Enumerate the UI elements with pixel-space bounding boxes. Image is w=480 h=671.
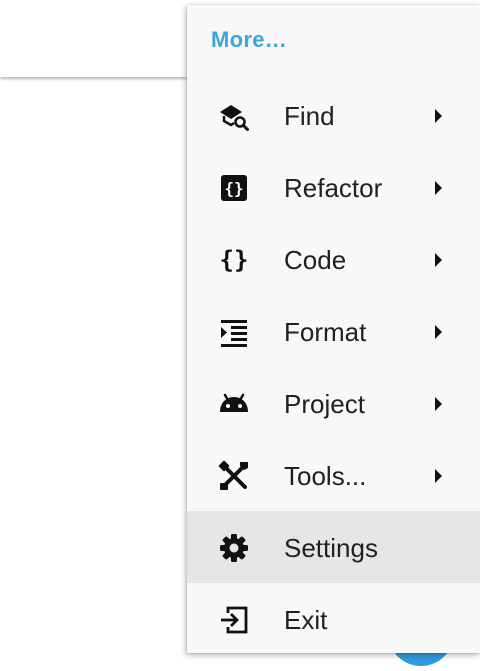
refactor-icon: {}: [218, 172, 250, 204]
menu-item-project[interactable]: Project: [187, 367, 480, 439]
menu-item-label: Format: [284, 317, 367, 347]
menu-item-label: Code: [284, 245, 347, 275]
menu-header: More…: [211, 27, 288, 52]
submenu-arrow-icon: [435, 181, 442, 195]
menu-item-exit[interactable]: Exit: [187, 583, 480, 655]
submenu-arrow-icon: [435, 253, 442, 267]
menu-item-label: Tools...: [284, 461, 367, 491]
submenu-arrow-icon: [435, 325, 442, 339]
format-indent-icon: [218, 316, 250, 348]
svg-text:{}: {}: [220, 246, 249, 274]
gear-icon: [218, 532, 250, 564]
menu-item-find[interactable]: Find: [187, 79, 480, 151]
menu-item-tools[interactable]: Tools...: [187, 439, 480, 511]
submenu-arrow-icon: [435, 397, 442, 411]
screen: More… Find {} Refactor {} Code Format Pr…: [0, 0, 480, 671]
menu-item-code[interactable]: {} Code: [187, 223, 480, 295]
menu-item-format[interactable]: Format: [187, 295, 480, 367]
menu-item-label: Project: [284, 389, 365, 419]
menu-item-settings[interactable]: Settings: [187, 511, 480, 583]
submenu-arrow-icon: [435, 109, 442, 123]
overflow-menu: More… Find {} Refactor {} Code Format Pr…: [187, 5, 480, 653]
menu-item-label: Refactor: [284, 173, 383, 203]
code-braces-icon: {}: [218, 244, 250, 276]
menu-item-label: Exit: [284, 605, 328, 635]
exit-icon: [218, 604, 250, 636]
android-icon: [218, 388, 250, 420]
tools-icon: [218, 460, 250, 492]
menu-item-refactor[interactable]: {} Refactor: [187, 151, 480, 223]
menu-items: Find {} Refactor {} Code Format Project …: [187, 79, 480, 655]
find-icon: [218, 100, 250, 132]
submenu-arrow-icon: [435, 469, 442, 483]
menu-item-label: Find: [284, 101, 335, 131]
menu-item-label: Settings: [284, 533, 378, 563]
svg-text:{}: {}: [224, 179, 243, 198]
